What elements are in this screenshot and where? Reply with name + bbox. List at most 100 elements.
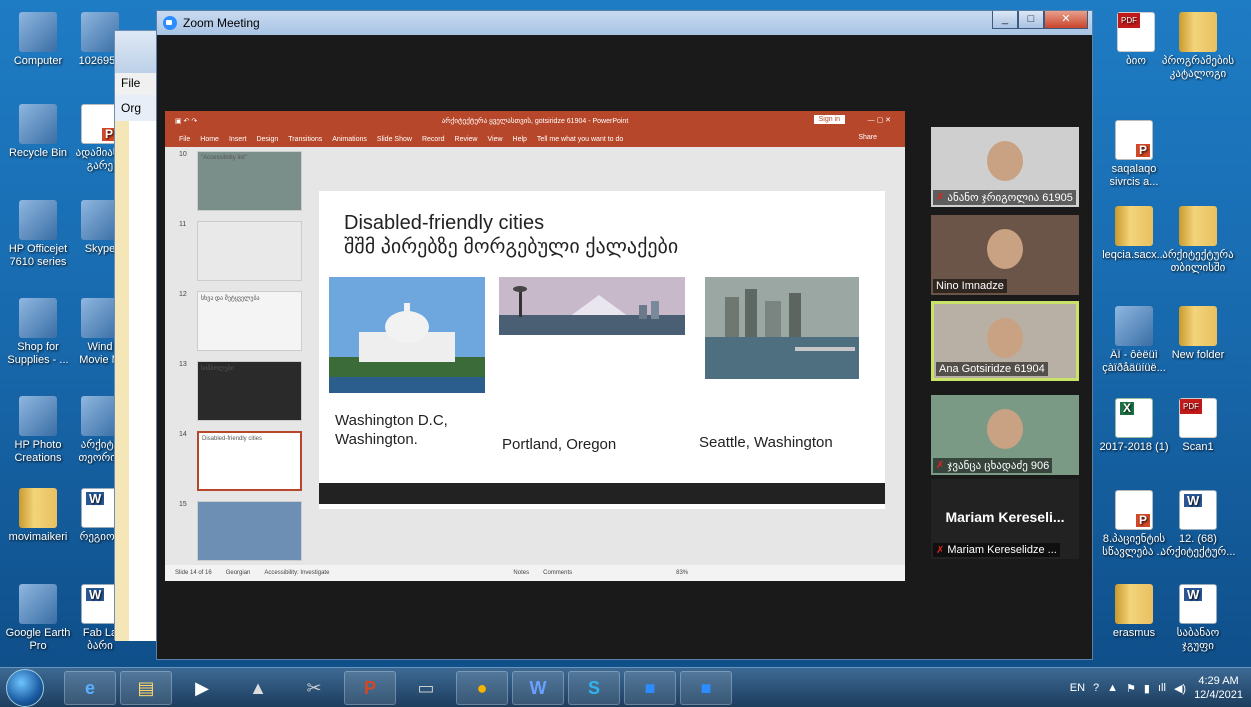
accessibility-status[interactable]: Accessibility: Investigate (264, 570, 329, 576)
desktop-icon[interactable]: saqalaqo sivrcis a... (1096, 120, 1172, 189)
start-button[interactable] (6, 669, 44, 707)
slide-thumbnail[interactable]: Disabled-friendly cities (197, 431, 302, 491)
current-slide: Disabled-friendly cities შშმ პირებზე მორ… (319, 191, 885, 509)
maximize-button[interactable]: □ (1018, 11, 1044, 29)
sign-in-button[interactable]: Sign in (813, 115, 845, 124)
close-button[interactable]: ✕ (1044, 11, 1088, 29)
desktop: Computer1026958Recycle Binადამიანი გარეH… (0, 0, 1251, 667)
ribbon-tab[interactable]: View (487, 136, 502, 143)
notes-button[interactable]: Notes (513, 570, 529, 576)
ribbon-tab[interactable]: Animations (332, 136, 367, 143)
flag-icon[interactable]: ⚑ (1126, 682, 1136, 695)
minimize-button[interactable]: _ (992, 11, 1018, 29)
participant-name: ჯვანცა ცხადაძე 906 (947, 460, 1050, 472)
participant-name: Mariam Kereselidze ... (947, 544, 1057, 556)
participant-tile[interactable]: Ana Gotsiridze 61904 (931, 301, 1079, 381)
thumbnail-caption (198, 502, 301, 512)
desktop-icon-label: saqalaqo sivrcis a... (1109, 163, 1159, 188)
skype-taskbar-icon[interactable]: S (568, 671, 620, 705)
desktop-icon[interactable]: 12. (68) არქიტექტურ... (1160, 490, 1236, 559)
zoom-title-bar[interactable]: Zoom Meeting _ □ ✕ (157, 11, 1092, 35)
scanner-icon[interactable]: ▭ (400, 671, 452, 705)
internet-explorer-icon[interactable]: e (64, 671, 116, 705)
slide-thumbnail[interactable] (197, 501, 302, 561)
slide-thumbnails-pane: 10 "Accessibility list" 11 12 სხვა და მეტყვე… (165, 147, 315, 565)
thumbnail-number: 15 (179, 501, 187, 508)
participant-video (987, 141, 1023, 181)
participant-tile[interactable]: ✗ ანანო ჯრიგოლია 61905 (931, 127, 1079, 207)
file-explorer-icon[interactable]: ▤ (120, 671, 172, 705)
ribbon-tab[interactable]: Home (200, 136, 219, 143)
generic-icon (19, 104, 57, 144)
show-hidden-icons[interactable]: ▲ (1107, 682, 1118, 694)
powerpoint-title-bar: ▣ ↶ ↷ არქიტექტურა ყველასთვის, gotsiridze… (165, 111, 905, 131)
zoom-taskbar-icon[interactable]: ■ (624, 671, 676, 705)
participant-name-label: ✗ Mariam Kereselidze ... (933, 543, 1060, 557)
snipping-tool-icon[interactable]: ✂ (288, 671, 340, 705)
volume-icon[interactable]: ◀) (1174, 682, 1186, 695)
chrome-icon[interactable]: ● (456, 671, 508, 705)
participant-name: Ana Gotsiridze 61904 (939, 363, 1045, 375)
ribbon-tab[interactable]: Slide Show (377, 136, 412, 143)
ribbon-tab[interactable]: File (179, 136, 190, 143)
desktop-icon[interactable]: New folder (1160, 306, 1236, 362)
folder-icon (19, 488, 57, 528)
ribbon-tab[interactable]: Help (513, 136, 527, 143)
desktop-icon[interactable]: არქიტექტურა თბილისში (1160, 206, 1236, 275)
zoom-level[interactable]: 83% (676, 570, 688, 576)
ribbon-tab[interactable]: Insert (229, 136, 247, 143)
ribbon-tab[interactable]: Tell me what you want to do (537, 136, 623, 143)
comments-button[interactable]: Comments (543, 570, 572, 576)
app-icon-arch[interactable]: ▲ (232, 671, 284, 705)
taskbar: e ▤ ▶ ▲ ✂ P ▭ ● W S ■ ■ EN ? ▲ ⚑ ▮ ıll ◀… (0, 667, 1251, 707)
media-player-icon[interactable]: ▶ (176, 671, 228, 705)
slide-thumbnail[interactable]: სხვა და მეტყველება (197, 291, 302, 351)
desktop-icon-label: 12. (68) არქიტექტურ... (1160, 533, 1236, 558)
thumbnail-number: 10 (179, 151, 187, 158)
slide-title-en: Disabled-friendly cities (344, 212, 545, 234)
participant-name-label: ✗ ანანო ჯრიგოლია 61905 (933, 190, 1076, 205)
desktop-icon[interactable]: პროგრამების კატალოგი (1160, 12, 1236, 81)
word-taskbar-icon[interactable]: W (512, 671, 564, 705)
language-indicator[interactable]: Georgian (226, 570, 251, 576)
participant-tile[interactable]: Mariam Kereseli... ✗ Mariam Kereselidze ..… (931, 479, 1079, 559)
signal-icon[interactable]: ıll (1158, 682, 1166, 694)
desktop-icon[interactable]: საბანაო ჯგუფი (1160, 584, 1236, 653)
network-icon[interactable]: ▮ (1144, 682, 1150, 695)
window-controls-icon[interactable]: — ▢ ✕ (868, 116, 891, 124)
slide-title: Disabled-friendly cities შშმ პირებზე მორ… (344, 211, 678, 259)
zoom-window[interactable]: Zoom Meeting _ □ ✕ ▣ ↶ ↷ არქიტექტურა ყვე… (156, 10, 1093, 660)
share-button[interactable]: Share (858, 134, 877, 141)
ribbon-tab[interactable]: Review (455, 136, 478, 143)
ribbon-tab[interactable]: Transitions (288, 136, 322, 143)
pdf-icon (1179, 398, 1217, 438)
desktop-icon-label: პროგრამების კატალოგი (1161, 55, 1235, 80)
thumbnail-caption (198, 222, 301, 232)
participant-tile[interactable]: Nino Imnadze (931, 215, 1079, 295)
slide-thumbnail[interactable]: "Accessibility list" (197, 151, 302, 211)
caption-washington: Washington D.C, Washington. (335, 412, 448, 448)
slide-thumbnail[interactable] (197, 221, 302, 281)
muted-mic-icon: ✗ (936, 544, 945, 556)
ribbon-tab[interactable]: Record (422, 136, 445, 143)
muted-mic-icon: ✗ (936, 460, 945, 471)
participant-name-label: ✗ ჯვანცა ცხადაძე 906 (933, 458, 1053, 473)
thumbnail-number: 14 (179, 431, 187, 438)
zoom-taskbar-icon-2[interactable]: ■ (680, 671, 732, 705)
participant-tile[interactable]: ✗ ჯვანცა ცხადაძე 906 (931, 395, 1079, 475)
powerpoint-taskbar-icon[interactable]: P (344, 671, 396, 705)
caption-portland: Portland, Oregon (502, 436, 617, 453)
ribbon-tab[interactable]: Design (256, 136, 278, 143)
desktop-icon[interactable]: Scan1 (1160, 398, 1236, 454)
language-bar[interactable]: EN (1070, 682, 1085, 694)
participant-name-label: Nino Imnadze (933, 279, 1007, 293)
thumbnail-number: 12 (179, 291, 187, 298)
word-icon (1179, 490, 1217, 530)
folder-icon (1115, 206, 1153, 246)
portland-photo (499, 277, 685, 335)
slide-thumbnail[interactable]: სიმბოლები (197, 361, 302, 421)
help-icon[interactable]: ? (1093, 682, 1099, 694)
clock[interactable]: 4:29 AM 12/4/2021 (1194, 674, 1243, 702)
folder-icon (1115, 584, 1153, 624)
thumbnail-caption: სიმბოლები (201, 366, 234, 372)
